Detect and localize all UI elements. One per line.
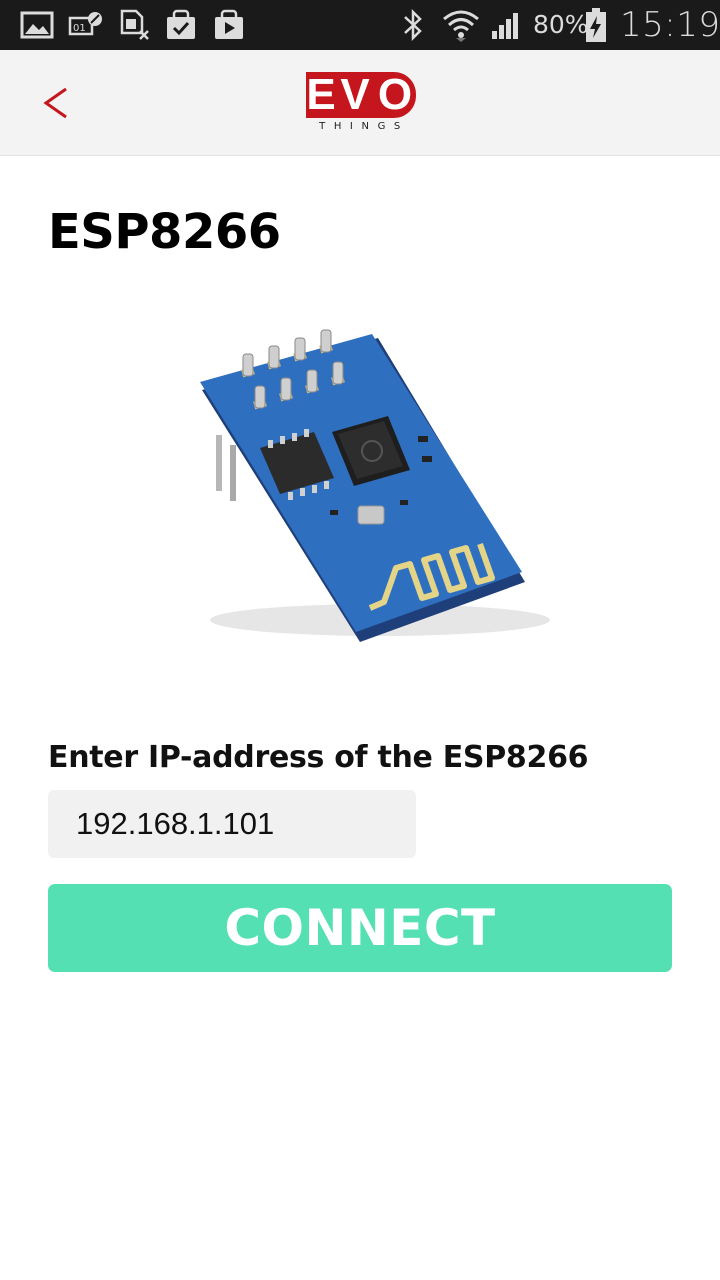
bluetooth-icon	[400, 8, 426, 42]
esp8266-module-image	[200, 329, 550, 642]
status-bar: 01 80% 15:19	[0, 0, 720, 50]
battery-percent: 80%	[533, 10, 589, 39]
back-button[interactable]	[30, 76, 84, 130]
sim-icon	[118, 8, 150, 42]
ip-address-label: Enter IP-address of the ESP8266	[48, 740, 589, 775]
voicemail-icon: 01	[68, 8, 104, 42]
logo-evo: E V O	[306, 72, 416, 118]
battery-charging-icon	[584, 8, 608, 42]
ip-address-input[interactable]	[48, 790, 416, 858]
signal-icon	[490, 8, 524, 42]
play-store-icon	[212, 8, 246, 42]
app-header: E V O THINGS	[0, 50, 720, 156]
connect-button[interactable]: CONNECT	[48, 884, 672, 972]
chevron-left-icon	[43, 87, 67, 119]
page-title: ESP8266	[48, 204, 281, 260]
logo-letter-v: V	[336, 72, 374, 118]
logo-letter-o: O	[374, 72, 416, 118]
logo-things: THINGS	[319, 121, 409, 132]
clock: 15:19	[620, 5, 720, 45]
gallery-icon	[20, 8, 54, 42]
logo-letter-e: E	[306, 70, 336, 119]
svg-text:01: 01	[73, 23, 86, 34]
store-check-icon	[164, 8, 198, 42]
evothings-logo: E V O THINGS	[306, 72, 416, 138]
wifi-icon	[442, 8, 480, 42]
